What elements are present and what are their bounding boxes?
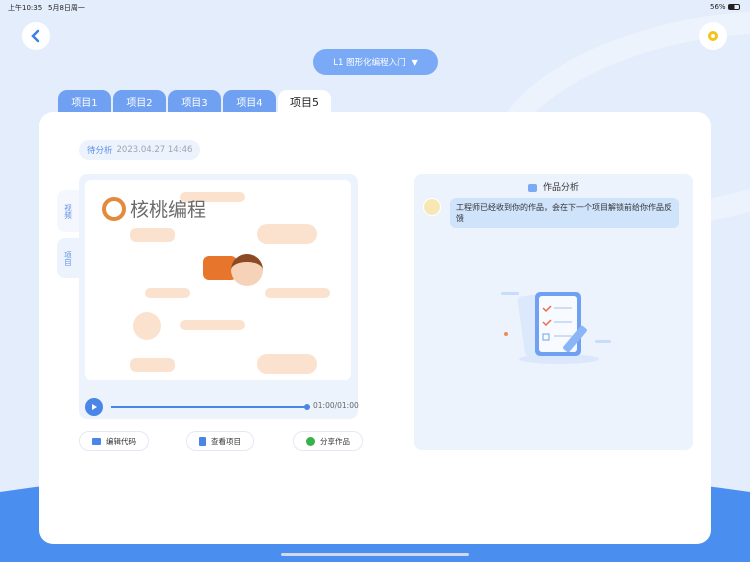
submission-status-badge: 待分析 2023.04.27 14:46	[79, 140, 201, 160]
edit-code-label: 编辑代码	[106, 436, 136, 446]
play-icon	[92, 404, 97, 410]
video-frame[interactable]: 核桃编程	[85, 180, 351, 380]
course-selector[interactable]: L1 图形化编程入门 ▼	[313, 49, 438, 75]
battery-level: 56%	[710, 3, 726, 11]
home-indicator	[281, 553, 469, 556]
sun-gear-icon	[708, 31, 718, 41]
video-player: 核桃编程 01:00/01:00	[79, 174, 359, 419]
video-time: 01:00/01:00	[313, 401, 359, 410]
course-selector-label: L1 图形化编程入门	[333, 58, 406, 68]
view-project-button[interactable]: 查看项目	[186, 431, 254, 451]
settings-button[interactable]	[699, 22, 727, 50]
share-icon	[306, 436, 315, 446]
engineer-avatar	[423, 198, 441, 216]
comment-icon	[527, 183, 537, 192]
analysis-title-text: 作品分析	[542, 183, 579, 193]
analysis-message: 工程师已经收到你的作品，会在下一个项目解锁前给你作品反馈	[450, 198, 679, 228]
side-tab-video[interactable]: 视频	[57, 190, 79, 232]
edit-code-button[interactable]: 编辑代码	[79, 431, 149, 451]
chevron-left-icon	[31, 29, 40, 43]
video-logo: 核桃编程	[102, 195, 206, 222]
status-label: 待分析	[87, 146, 113, 156]
submission-datetime: 2023.04.27 14:46	[116, 145, 193, 155]
view-project-label: 查看项目	[211, 436, 241, 446]
tab-project-3[interactable]: 项目3	[168, 90, 221, 112]
tab-project-4[interactable]: 项目4	[223, 90, 276, 112]
project-card: 待分析 2023.04.27 14:46 视频 项目 核桃编程 01:00/01…	[39, 112, 711, 544]
progress-slider[interactable]	[111, 404, 310, 410]
walnut-logo-icon	[102, 196, 126, 221]
share-label: 分享作品	[320, 436, 350, 446]
status-time: 上午10:35	[8, 4, 43, 12]
book-icon	[92, 437, 101, 445]
save-file-icon	[199, 436, 206, 446]
status-date: 5月8日周一	[48, 4, 85, 12]
side-tab-project[interactable]: 项目	[57, 238, 79, 278]
tab-project-5[interactable]: 项目5	[278, 90, 331, 113]
analysis-title: 作品分析	[414, 180, 693, 193]
play-button[interactable]	[85, 398, 103, 416]
project-tabs: 项目1 项目2 项目3 项目4 项目5	[58, 90, 331, 113]
back-button[interactable]	[22, 22, 50, 50]
logo-text: 核桃编程	[130, 199, 207, 221]
tab-project-2[interactable]: 项目2	[113, 90, 166, 112]
checklist-illustration	[501, 292, 611, 364]
battery-icon	[728, 4, 740, 10]
character-head	[231, 254, 263, 286]
share-button[interactable]: 分享作品	[293, 431, 363, 451]
tab-project-1[interactable]: 项目1	[58, 90, 111, 112]
analysis-panel: 作品分析 工程师已经收到你的作品，会在下一个项目解锁前给你作品反馈	[414, 174, 693, 450]
caret-down-icon: ▼	[411, 57, 418, 67]
